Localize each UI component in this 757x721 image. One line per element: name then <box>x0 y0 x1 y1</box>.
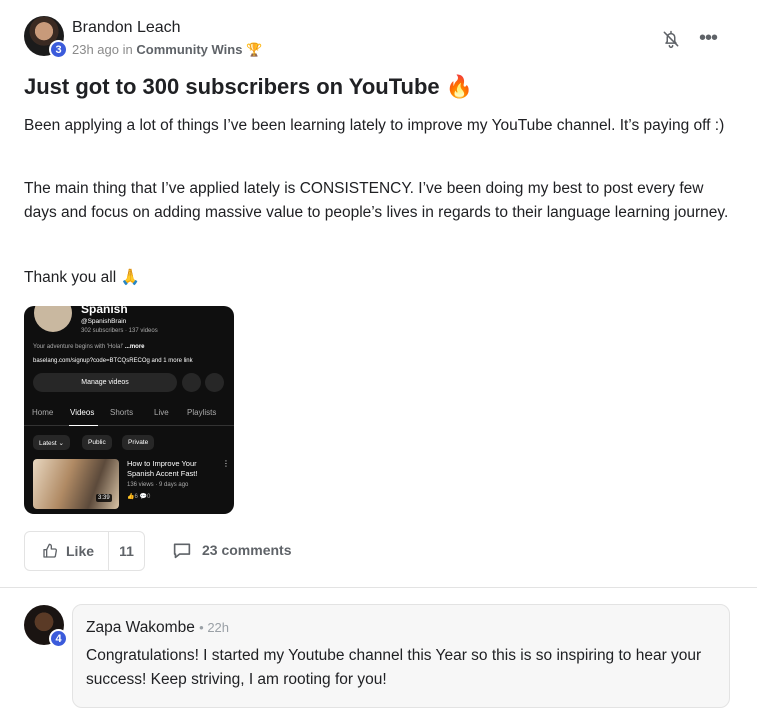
video-menu-icon: ⋮ <box>222 459 230 468</box>
comment-author: Zapa Wakombe • 22h <box>86 619 229 637</box>
comment-bubble: Zapa Wakombe • 22h Congratulations! I st… <box>72 604 730 708</box>
channel-description: Your adventure begins with 'Hola!' ...mo… <box>33 344 145 350</box>
chip-private: Private <box>122 435 155 450</box>
channel-tabs: Home Videos Shorts Live Playlists <box>24 406 234 426</box>
post-meta: 23h ago in Community Wins 🏆 <box>72 42 262 58</box>
post-paragraph-3: Thank you all 🙏 <box>24 269 140 286</box>
author-name[interactable]: Brandon Leach <box>72 19 181 37</box>
divider <box>0 587 757 588</box>
level-badge: 3 <box>49 40 68 59</box>
post-title-text: Just got to 300 subscribers on YouTube <box>24 74 440 99</box>
chip-latest: Latest ⌄ <box>33 435 70 450</box>
thumbs-up-icon <box>43 543 57 558</box>
like-count[interactable]: 11 <box>109 543 144 559</box>
tab-live: Live <box>154 408 169 417</box>
like-group: Like 11 <box>24 531 145 571</box>
video-duration: 3:39 <box>96 494 112 502</box>
level-badge: 4 <box>49 629 68 648</box>
post-title: Just got to 300 subscribers on YouTube 🔥 <box>24 74 473 100</box>
channel-stats: 302 subscribers · 137 videos <box>81 328 158 334</box>
tab-shorts: Shorts <box>110 408 134 417</box>
more-horizontal-icon[interactable]: ••• <box>699 28 718 48</box>
post-time: 23h ago <box>72 42 119 57</box>
video-title: How to Improve Your Spanish Accent Fast! <box>127 459 198 478</box>
post-paragraph-2: The main thing that I’ve applied lately … <box>24 180 729 221</box>
tab-videos: Videos <box>70 408 95 417</box>
tab-underline <box>69 425 98 426</box>
fire-emoji: 🔥 <box>445 74 474 99</box>
comment-text: Congratulations! I started my Youtube ch… <box>86 647 702 688</box>
comments-button[interactable]: 23 comments <box>172 541 291 559</box>
channel-name: Spanish <box>81 306 128 316</box>
comment-icon <box>173 543 191 559</box>
bell-off-icon[interactable] <box>661 29 681 49</box>
channel-link: baselang.com/signup?code=BTCQsRECOg and … <box>33 358 193 364</box>
comments-label: 23 comments <box>202 542 292 558</box>
category-emoji: 🏆 <box>246 42 263 57</box>
channel-handle: @SpanishBrain <box>81 318 127 325</box>
video-meta: 136 views · 9 days ago <box>127 482 189 488</box>
manage-videos-button: Manage videos <box>33 373 177 392</box>
channel-description-more: ...more <box>124 344 145 350</box>
author-avatar-wrap[interactable]: 3 <box>24 16 68 59</box>
post-meta-in: in <box>122 42 133 57</box>
channel-description-text: Your adventure begins with 'Hola!' <box>33 344 124 350</box>
video-stats: 👍6 💬0 <box>127 494 151 500</box>
comment-time: • 22h <box>199 620 230 635</box>
edit-icon <box>205 373 224 392</box>
channel-avatar <box>34 306 72 332</box>
attached-screenshot[interactable]: Spanish @SpanishBrain 302 subscribers · … <box>24 306 234 514</box>
comment-author-name[interactable]: Zapa Wakombe <box>86 619 195 636</box>
like-label: Like <box>66 543 95 559</box>
chip-public: Public <box>82 435 112 450</box>
commenter-avatar-wrap[interactable]: 4 <box>24 605 68 648</box>
analytics-icon <box>182 373 201 392</box>
tab-home: Home <box>32 408 54 417</box>
category-link[interactable]: Community Wins <box>136 42 242 57</box>
post-paragraph-1: Been applying a lot of things I’ve been … <box>24 117 725 134</box>
tab-playlists: Playlists <box>187 408 217 417</box>
like-button[interactable]: Like <box>25 532 109 570</box>
